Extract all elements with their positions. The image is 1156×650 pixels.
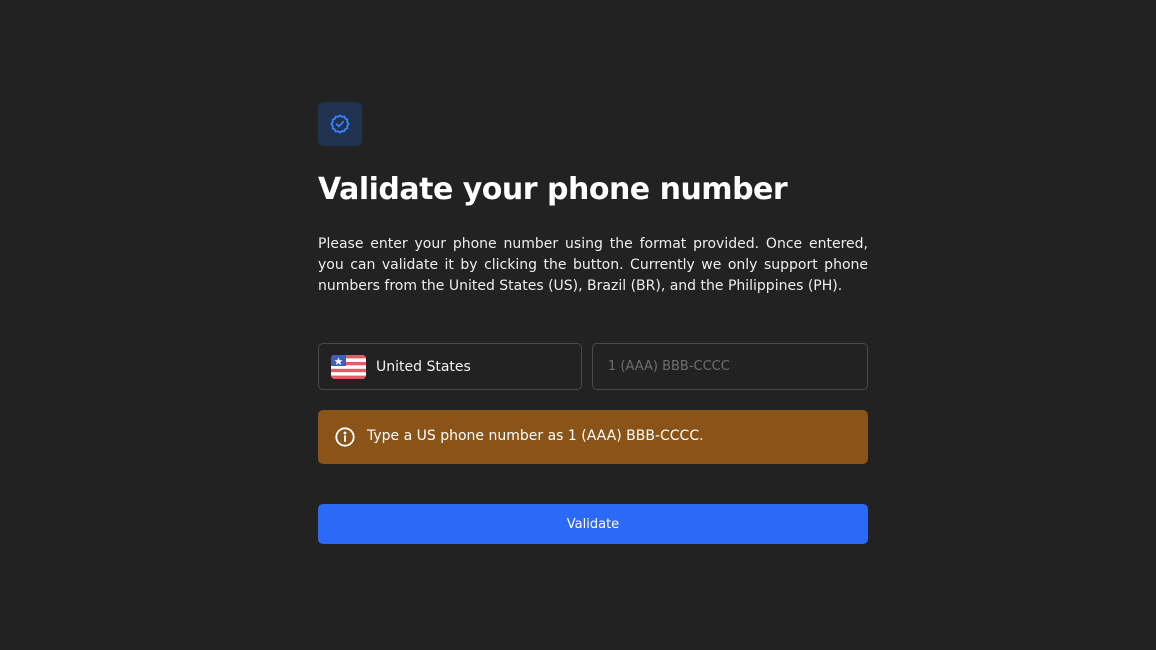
format-hint-alert: Type a US phone number as 1 (AAA) BBB-CC… <box>318 410 868 464</box>
us-flag-icon <box>331 354 366 379</box>
phone-entry-row: United States <box>318 343 868 390</box>
verified-badge <box>318 102 362 146</box>
verified-badge-icon <box>330 114 350 134</box>
country-select-label: United States <box>376 358 471 375</box>
info-circle-icon <box>335 427 355 447</box>
phone-validation-form: Validate your phone number Please enter … <box>318 102 868 544</box>
page-title: Validate your phone number <box>318 172 788 207</box>
page-description: Please enter your phone number using the… <box>318 236 868 294</box>
phone-number-input[interactable] <box>592 343 868 390</box>
country-select[interactable]: United States <box>318 343 582 390</box>
validate-button[interactable]: Validate <box>318 504 868 544</box>
format-hint-text: Type a US phone number as 1 (AAA) BBB-CC… <box>367 427 704 444</box>
